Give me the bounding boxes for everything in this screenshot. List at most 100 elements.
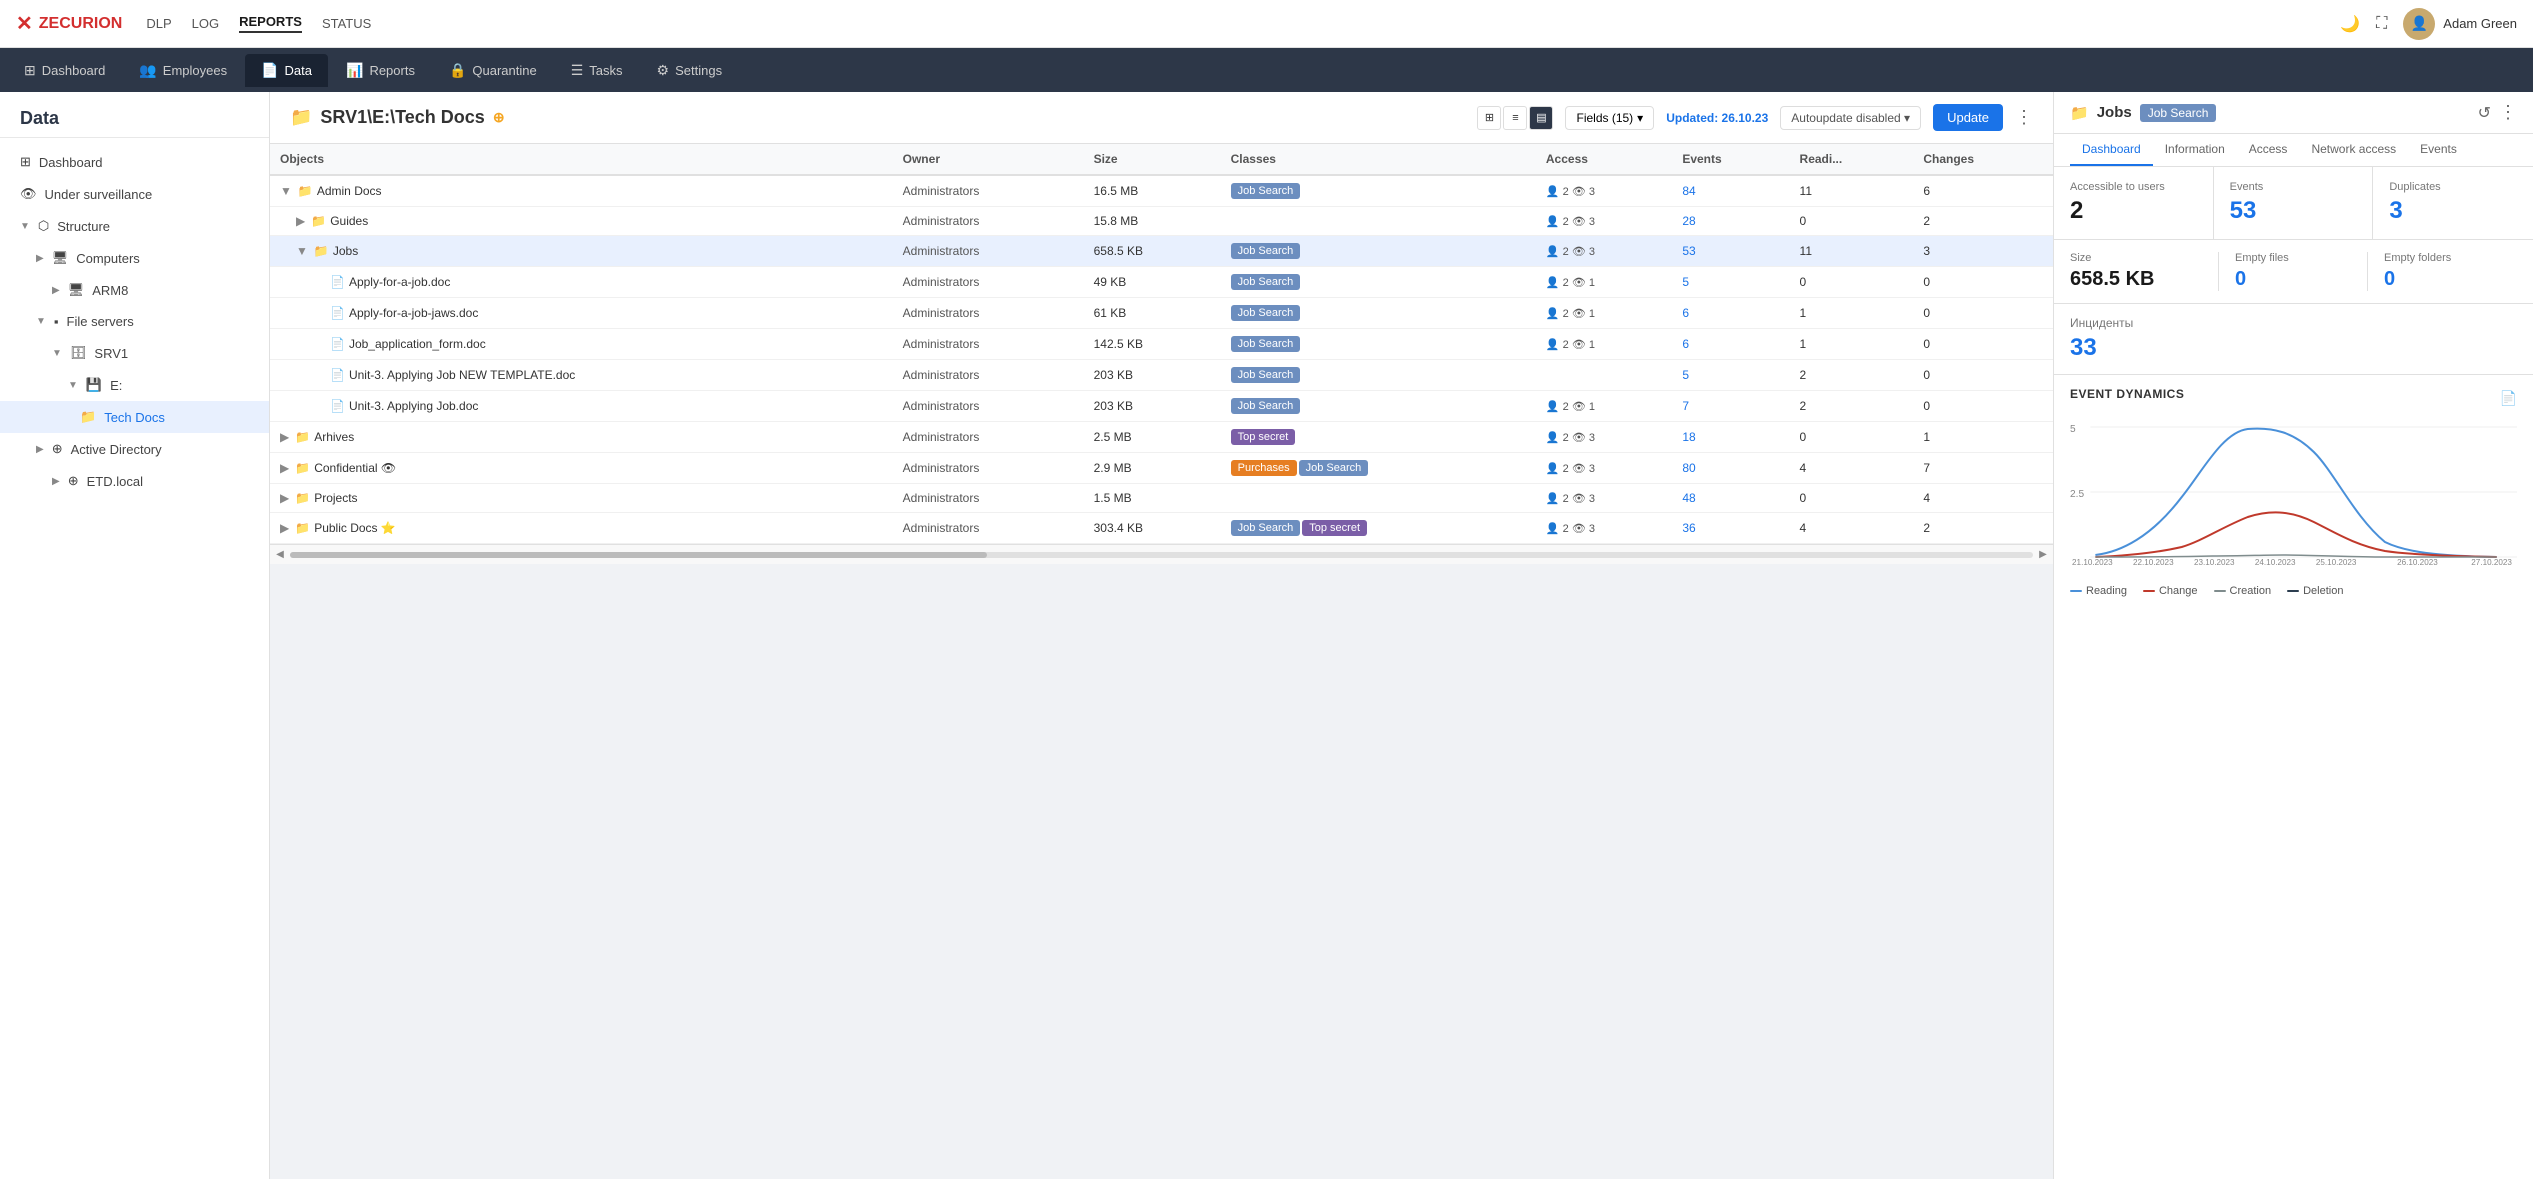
fields-button[interactable]: Fields (15) ▾ (1565, 106, 1654, 130)
expand-arrow[interactable]: ▶ (280, 461, 289, 475)
scroll-left-button[interactable]: ◀ (270, 545, 290, 564)
autoupdate-button[interactable]: Autoupdate disabled ▾ (1780, 106, 1921, 130)
theme-toggle-button[interactable]: 🌙 (2340, 14, 2360, 34)
chevron-right-icon-arm8: ▶ (52, 285, 60, 296)
table-row[interactable]: 📄 Apply-for-a-job-jaws.doc Administrator… (270, 298, 2053, 329)
path-folder-icon: 📁 (290, 107, 312, 128)
cell-name: ▶ 📁 Confidential 👁 (270, 453, 893, 484)
sidebar-srv1-label: SRV1 (94, 346, 128, 361)
class-tag: Job Search (1231, 520, 1301, 536)
cell-owner: Administrators (893, 207, 1084, 236)
sidebar-item-active-directory[interactable]: ▶ ⊕ Active Directory (0, 433, 269, 465)
table-row[interactable]: 📄 Job_application_form.doc Administrator… (270, 329, 2053, 360)
legend-deletion: Deletion (2287, 585, 2343, 597)
list-view-icon[interactable]: ≡ (1503, 106, 1527, 130)
employees-icon: 👥 (139, 62, 156, 79)
expand-arrow[interactable]: ▶ (296, 214, 305, 228)
table-row[interactable]: ▶ 📁 Confidential 👁 Administrators 2.9 MB… (270, 453, 2053, 484)
table-view-icon[interactable]: ▤ (1529, 106, 1553, 130)
update-button[interactable]: Update (1933, 104, 2003, 131)
reports-icon: 📊 (346, 62, 363, 79)
cell-reading: 11 (1790, 175, 1914, 207)
topnav-reports[interactable]: REPORTS (239, 14, 302, 33)
duplicates-value: 3 (2389, 197, 2517, 225)
grid-view-icon[interactable]: ⊞ (1477, 106, 1501, 130)
sidebar-item-etd-local[interactable]: ▶ ⊕ ETD.local (0, 465, 269, 497)
cell-access (1536, 360, 1672, 391)
chevron-down-icon: ▼ (20, 221, 30, 232)
autoupdate-chevron-icon: ▾ (1904, 111, 1910, 125)
topnav-log[interactable]: LOG (192, 16, 219, 31)
table-row[interactable]: ▶ 📁 Projects Administrators 1.5 MB 👤 2 👁… (270, 484, 2053, 513)
table-row[interactable]: ▶ 📁 Public Docs ⭐ Administrators 303.4 K… (270, 513, 2053, 544)
star-icon: ⊕ (493, 109, 505, 126)
expand-arrow[interactable]: ▶ (280, 491, 289, 505)
cell-name: ▶ 📁 Arhives (270, 422, 893, 453)
table-row[interactable]: 📄 Apply-for-a-job.doc Administrators 49 … (270, 267, 2053, 298)
tab-employees[interactable]: 👥 Employees (123, 54, 243, 87)
topnav-status[interactable]: STATUS (322, 16, 371, 31)
cell-events: 6 (1672, 298, 1789, 329)
sidebar-menu: ⊞ Dashboard 👁 Under surveillance ▼ ⬡ Str… (0, 138, 269, 505)
sidebar-item-computers[interactable]: ▶ 🖥 Computers (0, 242, 269, 274)
expand-arrow[interactable]: ▶ (280, 430, 289, 444)
sidebar-item-under-surveillance[interactable]: 👁 Under surveillance (0, 178, 269, 210)
expand-arrow[interactable]: ▶ (280, 521, 289, 535)
fields-chevron-icon: ▾ (1637, 111, 1643, 125)
cell-classes: Job Search (1221, 298, 1536, 329)
table-row[interactable]: ▼ 📁 Admin Docs Administrators 16.5 MB Jo… (270, 175, 2053, 207)
cell-reading: 0 (1790, 484, 1914, 513)
panel-history-button[interactable]: ↺ (2478, 102, 2491, 123)
folder-icon: 📁 (314, 244, 329, 258)
table-row[interactable]: ▼ 📁 Jobs Administrators 658.5 KB Job Sea… (270, 236, 2053, 267)
panel-tab-network-access[interactable]: Network access (2299, 134, 2408, 166)
table-row[interactable]: ▶ 📁 Guides Administrators 15.8 MB 👤 2 👁 … (270, 207, 2053, 236)
cell-reading: 4 (1790, 453, 1914, 484)
table-row[interactable]: ▶ 📁 Arhives Administrators 2.5 MB Top se… (270, 422, 2053, 453)
topnav-dlp[interactable]: DLP (146, 16, 171, 31)
panel-tab-events[interactable]: Events (2408, 134, 2469, 166)
updated-label: Updated: (1666, 111, 1718, 125)
col-changes: Changes (1913, 144, 2053, 175)
empty-files-value: 0 (2235, 268, 2351, 291)
panel-tab-access[interactable]: Access (2237, 134, 2300, 166)
class-tag: Top secret (1302, 520, 1367, 536)
cell-owner: Administrators (893, 391, 1084, 422)
sidebar-item-arm8[interactable]: ▶ 🖥 ARM8 (0, 274, 269, 306)
panel-tab-information[interactable]: Information (2153, 134, 2237, 166)
chevron-down-icon-fs: ▼ (36, 316, 46, 327)
tab-dashboard[interactable]: ⊞ Dashboard (8, 54, 121, 87)
tab-reports[interactable]: 📊 Reports (330, 54, 431, 87)
cell-access: 👤 2 👁 3 (1536, 207, 1672, 236)
cell-owner: Administrators (893, 484, 1084, 513)
cell-classes: Job Search (1221, 329, 1536, 360)
sidebar-item-structure[interactable]: ▼ ⬡ Structure (0, 210, 269, 242)
col-objects: Objects (270, 144, 893, 175)
scroll-right-button[interactable]: ▶ (2033, 545, 2053, 564)
more-options-button[interactable]: ⋮ (2015, 107, 2033, 128)
panel-tab-dashboard[interactable]: Dashboard (2070, 134, 2153, 166)
tab-data[interactable]: 📄 Data (245, 54, 328, 87)
cell-size: 16.5 MB (1084, 175, 1221, 207)
panel-more-button[interactable]: ⋮ (2499, 102, 2517, 123)
cell-changes: 0 (1913, 329, 2053, 360)
sidebar-item-e[interactable]: ▼ 💾 E: (0, 369, 269, 401)
chart-export-button[interactable]: 📄 (2500, 390, 2517, 407)
sidebar-item-file-servers[interactable]: ▼ ▪ File servers (0, 306, 269, 337)
table-row[interactable]: 📄 Unit-3. Applying Job.doc Administrator… (270, 391, 2053, 422)
table-row[interactable]: 📄 Unit-3. Applying Job NEW TEMPLATE.doc … (270, 360, 2053, 391)
cell-size: 49 KB (1084, 267, 1221, 298)
expand-arrow[interactable]: ▼ (296, 244, 308, 258)
tab-settings[interactable]: ⚙ Settings (641, 54, 739, 87)
sidebar-item-tech-docs[interactable]: 📁 Tech Docs (0, 401, 269, 433)
tab-quarantine[interactable]: 🔒 Quarantine (433, 54, 553, 87)
panel-size-row: Size 658.5 KB Empty files 0 Empty folder… (2054, 240, 2533, 304)
tab-tasks[interactable]: ☰ Tasks (555, 54, 639, 87)
expand-arrow[interactable]: ▼ (280, 184, 292, 198)
cell-size: 303.4 KB (1084, 513, 1221, 544)
sidebar-file-servers-label: File servers (67, 314, 134, 329)
sidebar-item-dashboard[interactable]: ⊞ Dashboard (0, 146, 269, 178)
sidebar-item-srv1[interactable]: ▼ 🗄 SRV1 (0, 337, 269, 369)
deletion-legend-color (2287, 590, 2299, 592)
fullscreen-button[interactable]: ⛶ (2376, 15, 2387, 33)
